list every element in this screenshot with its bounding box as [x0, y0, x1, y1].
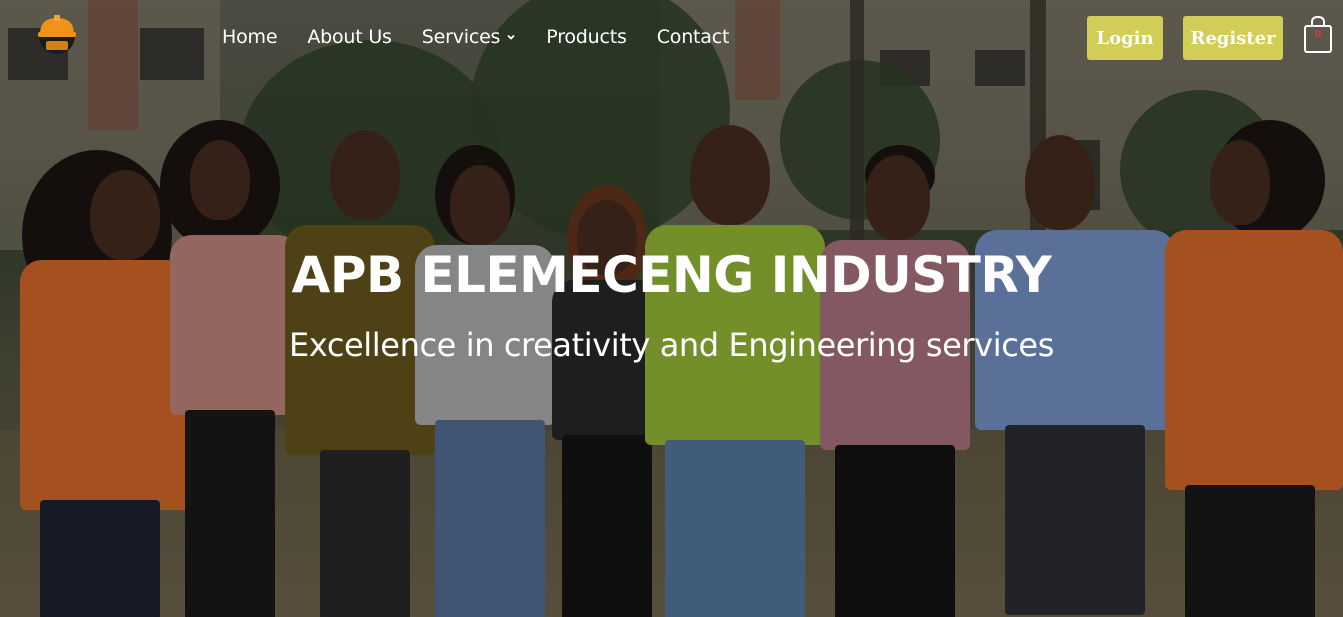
chevron-down-icon — [507, 34, 515, 40]
main-nav: Home About Us Services Products Contact — [222, 26, 729, 48]
nav-contact[interactable]: Contact — [657, 26, 730, 48]
nav-products-label: Products — [546, 26, 627, 48]
hero-title: APB ELEMECENG INDUSTRY — [291, 246, 1052, 304]
register-button[interactable]: Register — [1183, 16, 1283, 60]
nav-products[interactable]: Products — [546, 26, 627, 48]
cart-count-badge: 0 — [1314, 29, 1322, 40]
hardhat-logo-icon[interactable] — [34, 12, 80, 58]
nav-services[interactable]: Services — [422, 26, 517, 48]
nav-about-label: About Us — [307, 26, 392, 48]
hero-dark-overlay — [0, 0, 1343, 617]
nav-contact-label: Contact — [656, 26, 730, 48]
hero-subtitle: Excellence in creativity and Engineering… — [289, 326, 1054, 364]
login-button[interactable]: Login — [1087, 16, 1163, 60]
cart-button[interactable]: 0 — [1302, 14, 1334, 54]
nav-services-label: Services — [421, 26, 501, 48]
nav-home-label: Home — [222, 26, 278, 48]
nav-about-us[interactable]: About Us — [307, 26, 392, 48]
nav-home[interactable]: Home — [222, 26, 278, 48]
